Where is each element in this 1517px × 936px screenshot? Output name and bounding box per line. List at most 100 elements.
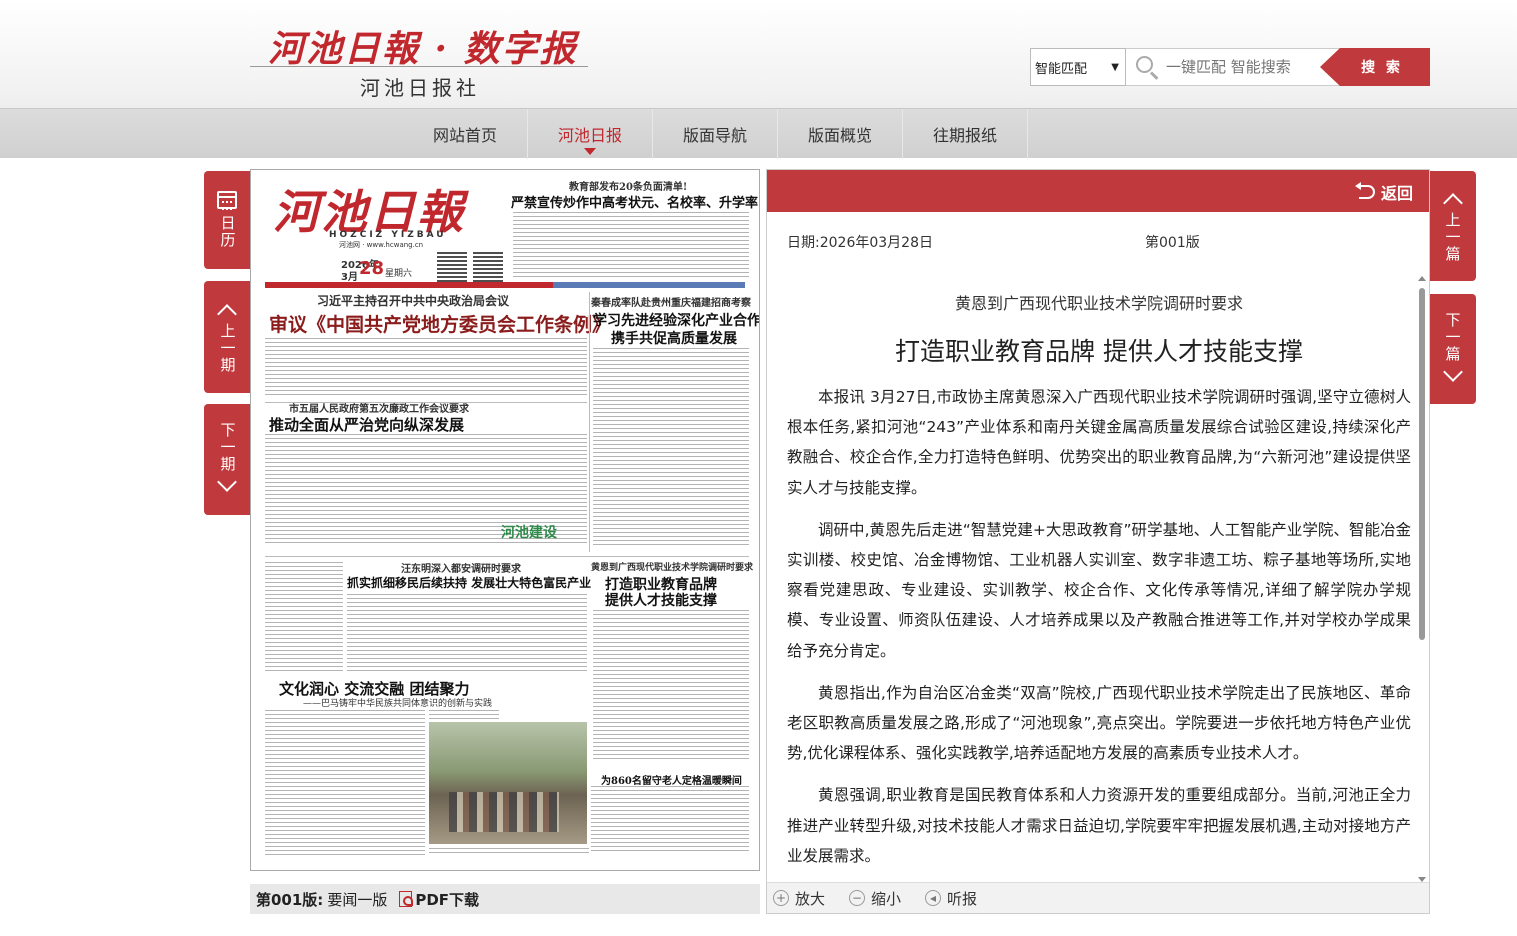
article-panel: 返回 日期:2026年03月28日 第001版 黄恩到广西现代职业技术学院调研时… xyxy=(766,169,1430,914)
search-input[interactable] xyxy=(1166,58,1336,76)
next-article-tab[interactable]: 下一篇 xyxy=(1430,294,1476,404)
prev-article-label: 上一篇 xyxy=(1443,211,1462,263)
np-red-bar xyxy=(265,282,745,288)
site-header: 河池日報 · 数字报 河池日报社 智能匹配 ▼ 搜 索 xyxy=(0,0,1517,108)
paper-footer: 第001版: 要闻一版 PDF下载 xyxy=(250,884,760,914)
np-low-title: 抓实抓细移民后续扶持 发展壮大特色富民产业 xyxy=(347,576,592,590)
np-article-title-2: 提供人才技能支撑 xyxy=(605,593,717,609)
np-rule xyxy=(265,556,749,557)
prev-issue-tab[interactable]: 上一期 xyxy=(204,281,250,393)
np-text-block xyxy=(429,848,589,856)
nav-item-page-overview[interactable]: 版面概览 xyxy=(778,109,903,159)
chevron-down-icon xyxy=(217,472,237,492)
zoom-in-button[interactable]: + 放大 xyxy=(773,888,825,909)
calendar-tab[interactable]: 日历 xyxy=(204,171,250,269)
np-right-kicker: 秦春成率队赴贵州重庆福建招商考察 xyxy=(591,298,751,309)
back-label: 返回 xyxy=(1380,184,1413,203)
chevron-down-icon xyxy=(1443,361,1463,382)
search-field-wrap xyxy=(1126,48,1340,86)
search-mode-value: 智能匹配 xyxy=(1035,61,1088,77)
np-column-rule xyxy=(589,292,590,552)
np-top-kicker: 教育部发布20条负面清单! xyxy=(569,182,688,193)
scroll-up-icon[interactable] xyxy=(1418,276,1426,281)
np-right-title-2: 携手共促高质量发展 xyxy=(611,331,737,347)
nav-item-label: 河池日报 xyxy=(557,126,622,145)
chevron-down-icon: ▼ xyxy=(1111,61,1119,73)
chevron-up-icon xyxy=(1443,192,1463,213)
nav-item-hechi-daily[interactable]: 河池日报 xyxy=(528,109,653,159)
page-root: 河池日報 · 数字报 河池日报社 智能匹配 ▼ 搜 索 网站首页 河池日报 版面… xyxy=(0,0,1517,936)
listen-button[interactable]: ◂ 听报 xyxy=(925,888,977,909)
logo-divider xyxy=(250,66,588,67)
zoom-in-label: 放大 xyxy=(795,889,826,908)
search-mode-select[interactable]: 智能匹配 ▼ xyxy=(1030,48,1126,86)
search-button[interactable]: 搜 索 xyxy=(1320,48,1430,86)
np-photo-caption: 为860名留守老人定格温暖瞬间 xyxy=(601,776,742,787)
np-text-block xyxy=(593,348,749,548)
date-day: 28 xyxy=(359,258,385,279)
article-content[interactable]: 黄恩到广西现代职业技术学院调研时要求 打造职业教育品牌 提供人才技能支撑 本报讯… xyxy=(787,280,1411,876)
np-low-kicker: 汪东明深入都安调研时要求 xyxy=(401,564,521,575)
minus-icon: − xyxy=(849,890,866,906)
np-right-title-1: 学习先进经验深化产业合作 xyxy=(593,313,760,329)
prev-issue-label: 上一期 xyxy=(218,322,237,374)
np-text-block xyxy=(265,338,587,398)
article-paragraph: 调研中,黄恩先后走进“智慧党建+大思政教育”研学基地、人工智能产业学院、智能冶金… xyxy=(787,520,1411,660)
zoom-out-label: 缩小 xyxy=(871,889,902,908)
newspaper-pinyin: HOZCIZ YIZBAU xyxy=(329,230,447,240)
chevron-up-icon xyxy=(217,303,237,324)
nav-item-past-issues[interactable]: 往期报纸 xyxy=(903,109,1028,159)
np-article-kicker: 黄恩到广西现代职业技术学院调研时要求 xyxy=(591,563,754,573)
article-subtitle: 黄恩到广西现代职业技术学院调研时要求 xyxy=(954,294,1243,313)
scroll-thumb[interactable] xyxy=(1419,288,1425,640)
search-icon xyxy=(1134,54,1160,80)
active-caret-icon xyxy=(584,148,596,155)
qr-code-icon xyxy=(473,252,503,282)
listen-label: 听报 xyxy=(947,889,978,908)
site-logo[interactable]: 河池日報 · 数字报 河池日报社 xyxy=(250,18,590,100)
date-month: 3月 xyxy=(341,272,358,283)
np-mid-title: 推动全面从严治党向纵深发展 xyxy=(269,416,465,434)
article-toolbar: + 放大 − 缩小 ◂ 听报 xyxy=(767,882,1429,913)
next-issue-tab[interactable]: 下一期 xyxy=(204,404,250,515)
qr-code-icon xyxy=(437,252,467,282)
article-date: 日期:2026年03月28日 xyxy=(787,235,933,251)
article-header-bar: 返回 xyxy=(767,170,1429,212)
main-nav: 网站首页 河池日报 版面导航 版面概览 往期报纸 xyxy=(0,108,1517,159)
edition-number: 第001版: xyxy=(256,890,324,909)
pdf-download-link[interactable]: PDF下载 xyxy=(415,889,479,910)
newspaper-page-image[interactable]: 河池日報 HOZCIZ YIZBAU 河池网 · www.hcwang.cn 2… xyxy=(250,169,760,871)
np-text-block xyxy=(265,562,343,672)
article-title: 打造职业教育品牌 提供人才技能支撑 xyxy=(895,337,1303,366)
np-mid-kicker: 市五届人民政府第五次廉政工作会议要求 xyxy=(289,404,469,415)
search-bar: 智能匹配 ▼ 搜 索 xyxy=(1030,48,1430,86)
back-button[interactable]: 返回 xyxy=(1354,180,1413,204)
logo-title: 河池日報 · 数字报 xyxy=(268,28,578,70)
speaker-icon: ◂ xyxy=(925,890,942,906)
np-text-block xyxy=(513,212,749,280)
calendar-tab-label: 日历 xyxy=(218,215,237,249)
np-text-block xyxy=(347,594,587,674)
nav-item-page-navigation[interactable]: 版面导航 xyxy=(653,109,778,159)
next-article-label: 下一篇 xyxy=(1443,311,1462,363)
calendar-icon xyxy=(217,191,237,210)
newspaper-site: 河池网 · www.hcwang.cn xyxy=(339,241,424,249)
article-scrollbar[interactable] xyxy=(1417,276,1427,882)
np-hechi-badge: 河池建设 xyxy=(501,525,557,541)
edition-section[interactable]: 要闻一版 xyxy=(327,889,387,910)
article-paragraph: 黄恩强调,职业教育是国民教育体系和人力资源开发的重要组成部分。当前,河池正全力推… xyxy=(787,786,1411,865)
date-weekday: 星期六 xyxy=(385,269,413,279)
article-paragraph: 黄恩指出,作为自治区冶金类“双高”院校,广西现代职业技术学院走出了民族地区、革命… xyxy=(787,683,1411,763)
np-lead-kicker: 习近平主持召开中共中央政治局会议 xyxy=(317,294,510,308)
logo-subtitle: 河池日报社 xyxy=(360,76,480,100)
np-lead-title: 审议《中国共产党地方委员会工作条例》 xyxy=(269,314,612,336)
np-top-title: 严禁宣传炒作中高考状元、名校率、升学率 xyxy=(511,196,759,211)
pdf-icon xyxy=(399,891,414,907)
zoom-out-button[interactable]: − 缩小 xyxy=(849,888,901,909)
prev-article-tab[interactable]: 上一篇 xyxy=(1430,171,1476,281)
np-text-block xyxy=(265,710,425,856)
article-paragraph: 本报讯 3月27日,市政协主席黄恩深入广西现代职业技术学院调研时强调,坚守立德树… xyxy=(787,388,1411,497)
np-text-block xyxy=(591,786,749,854)
nav-item-home[interactable]: 网站首页 xyxy=(403,109,528,159)
np-culture-subtitle: ——巴马铸牢中华民族共同体意识的创新与实践 xyxy=(303,699,493,709)
